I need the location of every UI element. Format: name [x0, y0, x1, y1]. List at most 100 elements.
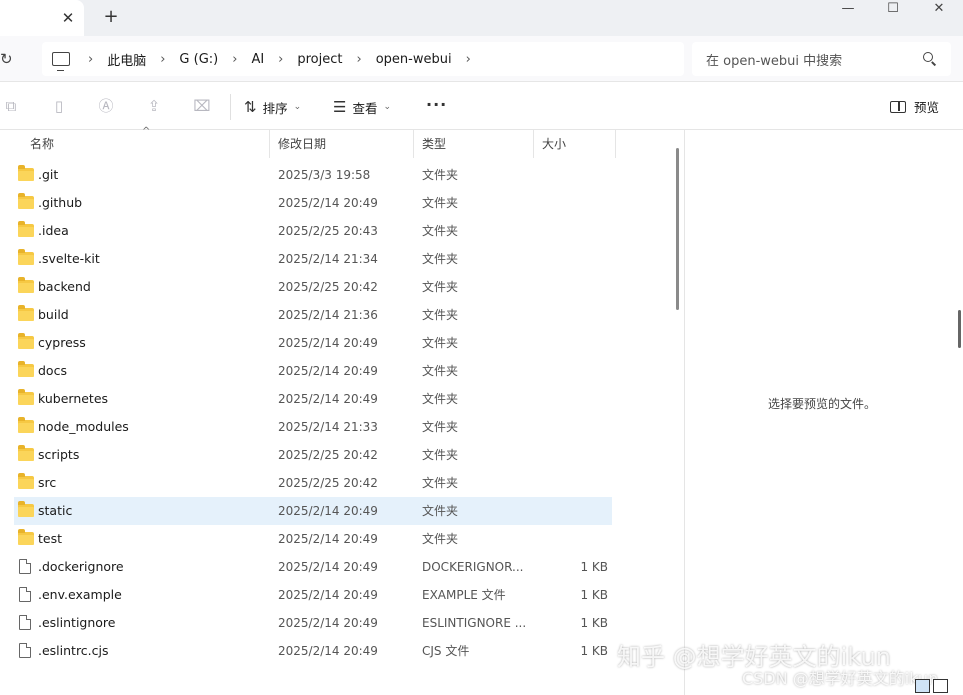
close-tab-icon[interactable]: ✕: [60, 9, 76, 27]
chevron-right-icon[interactable]: ›: [270, 52, 291, 67]
file-date: 2025/2/14 20:49: [278, 588, 378, 602]
file-date: 2025/2/14 20:49: [278, 196, 378, 210]
delete-icon[interactable]: ⌧: [193, 97, 211, 115]
folder-icon: [18, 501, 34, 517]
folder-icon: [18, 389, 34, 405]
file-name: .dockerignore: [38, 559, 124, 574]
file-row[interactable]: .git 2025/3/3 19:58 文件夹: [14, 161, 612, 189]
file-row[interactable]: .eslintrc.cjs 2025/2/14 20:49 CJS 文件 1 KB: [14, 637, 612, 665]
preview-pane-button[interactable]: 预览: [890, 97, 939, 116]
breadcrumb-this-pc[interactable]: 此电脑: [101, 50, 152, 69]
sort-label: 排序: [262, 100, 288, 116]
file-size: 1 KB: [580, 560, 608, 574]
chevron-right-icon[interactable]: ›: [349, 52, 370, 67]
sort-button[interactable]: ⇅ 排序 ⌄: [244, 95, 301, 119]
file-name: .git: [38, 167, 59, 182]
file-size: 1 KB: [580, 616, 608, 630]
folder-icon: [18, 445, 34, 461]
chevron-right-icon[interactable]: ›: [80, 52, 101, 67]
new-tab-button[interactable]: +: [101, 7, 121, 27]
file-row[interactable]: .svelte-kit 2025/2/14 21:34 文件夹: [14, 245, 612, 273]
vertical-scrollbar[interactable]: [676, 148, 679, 310]
folder-icon: [18, 305, 34, 321]
file-list: .git 2025/3/3 19:58 文件夹 .github 2025/2/14 20…: [0, 161, 616, 677]
breadcrumb-open-webui[interactable]: open-webui: [370, 52, 458, 67]
file-type: ESLINTIGNORE ...: [422, 616, 527, 630]
share-icon[interactable]: ⇪: [145, 97, 163, 115]
details-view-toggle[interactable]: [915, 679, 930, 693]
file-date: 2025/2/14 20:49: [278, 364, 378, 378]
file-row[interactable]: static 2025/2/14 20:49 文件夹: [14, 497, 612, 525]
file-row[interactable]: src 2025/2/25 20:42 文件夹: [14, 469, 612, 497]
chevron-down-icon: ⌄: [293, 102, 302, 112]
file-date: 2025/3/3 19:58: [278, 168, 371, 182]
chevron-right-icon[interactable]: ›: [458, 52, 479, 67]
preview-pane-icon: [890, 100, 906, 113]
tiles-view-toggle[interactable]: [933, 679, 948, 693]
minimize-button[interactable]: —: [825, 0, 871, 20]
close-window-button[interactable]: ✕: [916, 0, 962, 20]
file-row[interactable]: .dockerignore 2025/2/14 20:49 DOCKERIGNOR.…: [14, 553, 612, 581]
file-type: 文件夹: [422, 252, 459, 266]
paste-icon[interactable]: ▯: [50, 97, 68, 115]
rename-icon[interactable]: Ⓐ: [97, 97, 115, 115]
column-header-date[interactable]: 修改日期: [272, 130, 414, 158]
file-type: 文件夹: [422, 392, 459, 406]
chevron-right-icon[interactable]: ›: [224, 52, 245, 67]
file-row[interactable]: backend 2025/2/25 20:42 文件夹: [14, 273, 612, 301]
file-row[interactable]: kubernetes 2025/2/14 20:49 文件夹: [14, 385, 612, 413]
search-icon[interactable]: [923, 52, 937, 66]
breadcrumb-ai[interactable]: AI: [245, 52, 270, 67]
search-input[interactable]: 在 open-webui 中搜索: [706, 50, 923, 69]
file-row[interactable]: docs 2025/2/14 20:49 文件夹: [14, 357, 612, 385]
file-name: .env.example: [38, 587, 122, 602]
file-type: 文件夹: [422, 364, 459, 378]
file-date: 2025/2/14 20:49: [278, 504, 378, 518]
file-name: test: [38, 531, 63, 546]
file-row[interactable]: .idea 2025/2/25 20:43 文件夹: [14, 217, 612, 245]
file-type: CJS 文件: [422, 644, 470, 658]
search-box[interactable]: 在 open-webui 中搜索: [692, 42, 951, 76]
file-date: 2025/2/14 21:34: [278, 252, 378, 266]
file-size: [538, 189, 608, 217]
breadcrumb[interactable]: › 此电脑 › G (G:) › AI › project › open-web…: [42, 42, 684, 76]
more-options-button[interactable]: ···: [426, 95, 447, 114]
folder-icon: [18, 221, 34, 237]
preview-pane-divider[interactable]: [684, 130, 685, 695]
file-type: 文件夹: [422, 448, 459, 462]
file-icon: [19, 615, 31, 630]
this-pc-icon[interactable]: [52, 52, 70, 71]
file-row[interactable]: test 2025/2/14 20:49 文件夹: [14, 525, 612, 553]
breadcrumb-drive-g[interactable]: G (G:): [173, 52, 224, 67]
view-button[interactable]: ☰ 查看 ⌄: [333, 95, 391, 119]
copy-icon[interactable]: ⧉: [2, 97, 20, 115]
file-name: docs: [38, 363, 67, 378]
active-tab[interactable]: ✕: [0, 0, 84, 36]
file-size: [538, 301, 608, 329]
folder-icon: [18, 333, 34, 349]
file-type: 文件夹: [422, 532, 459, 546]
file-size: 1 KB: [580, 588, 608, 602]
file-row[interactable]: node_modules 2025/2/14 21:33 文件夹: [14, 413, 612, 441]
chevron-right-icon[interactable]: ›: [152, 52, 173, 67]
file-name: backend: [38, 279, 91, 294]
file-date: 2025/2/14 20:49: [278, 336, 378, 350]
file-row[interactable]: build 2025/2/14 21:36 文件夹: [14, 301, 612, 329]
file-row[interactable]: cypress 2025/2/14 20:49 文件夹: [14, 329, 612, 357]
command-bar: ⧉ ▯ Ⓐ ⇪ ⌧ ⇅ 排序 ⌄ ☰ 查看 ⌄ ··· 预览: [0, 83, 963, 130]
refresh-icon[interactable]: ↻: [0, 49, 20, 69]
file-row[interactable]: scripts 2025/2/25 20:42 文件夹: [14, 441, 612, 469]
file-name: .github: [38, 195, 83, 210]
file-type: 文件夹: [422, 476, 459, 490]
file-type: 文件夹: [422, 224, 459, 238]
file-row[interactable]: .eslintignore 2025/2/14 20:49 ESLINTIGNORE…: [14, 609, 612, 637]
file-row[interactable]: .github 2025/2/14 20:49 文件夹: [14, 189, 612, 217]
watermark-csdn: CSDN @想学好英文的ikun: [742, 669, 939, 688]
column-header-size[interactable]: 大小: [536, 130, 616, 158]
column-header-name[interactable]: 名称: [24, 130, 270, 158]
maximize-button[interactable]: ☐: [870, 0, 916, 20]
column-header-type[interactable]: 类型: [416, 130, 534, 158]
file-row[interactable]: .env.example 2025/2/14 20:49 EXAMPLE 文件 1 K…: [14, 581, 612, 609]
resize-handle[interactable]: [958, 310, 961, 348]
breadcrumb-project[interactable]: project: [291, 52, 348, 67]
